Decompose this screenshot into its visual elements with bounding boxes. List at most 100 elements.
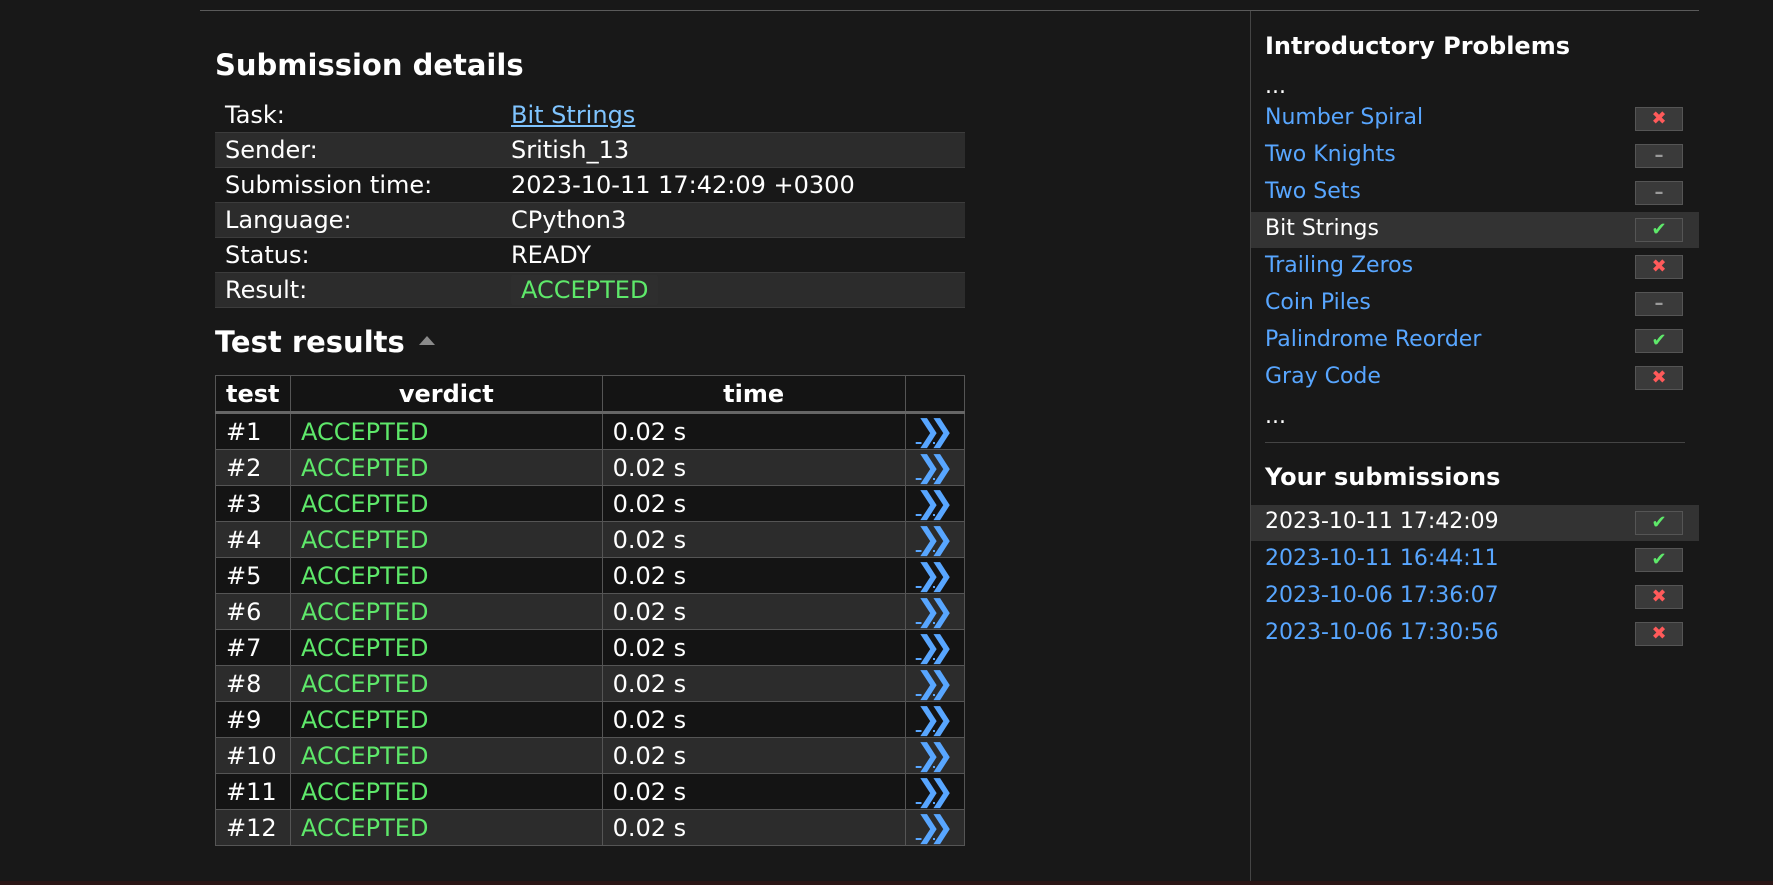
problem-name: Bit Strings xyxy=(1265,216,1379,241)
test-verdict: ACCEPTED xyxy=(289,773,603,810)
language-value: CPython3 xyxy=(501,202,965,238)
test-verdict: ACCEPTED xyxy=(289,809,603,846)
double-chevron-right-icon[interactable]: ❯❯ xyxy=(916,740,954,771)
submission-item[interactable]: 2023-10-06 17:30:56 ✖ xyxy=(1251,616,1699,652)
double-chevron-right-icon[interactable]: ❯❯ xyxy=(916,560,954,591)
test-number: #7 xyxy=(215,629,291,666)
test-verdict: ACCEPTED xyxy=(289,665,603,702)
bottom-strip xyxy=(0,881,1773,885)
double-chevron-right-icon[interactable]: ❯❯ xyxy=(916,812,954,843)
problem-name[interactable]: Number Spiral xyxy=(1265,105,1423,130)
submission-time: 2023-10-11 17:42:09 xyxy=(1265,509,1499,534)
details-key: Status: xyxy=(225,241,310,269)
details-row-task: Task: Bit Strings xyxy=(215,98,965,133)
problems-section-title: Introductory Problems xyxy=(1265,32,1570,60)
table-row: #11 ACCEPTED 0.02 s ❯❯ xyxy=(215,773,966,810)
result-badge: ACCEPTED xyxy=(511,275,659,305)
sort-up-icon[interactable] xyxy=(418,335,435,345)
submission-item[interactable]: 2023-10-11 17:42:09 ✔ xyxy=(1251,505,1699,541)
test-time: 0.02 s xyxy=(601,485,906,522)
table-row: #8 ACCEPTED 0.02 s ❯❯ xyxy=(215,665,966,702)
column-header-time: time xyxy=(601,375,906,414)
details-row-time: Submission time: 2023-10-11 17:42:09 +03… xyxy=(215,168,965,203)
double-chevron-right-icon[interactable]: ❯❯ xyxy=(916,632,954,663)
problem-item[interactable]: Two Knights – xyxy=(1251,138,1699,174)
dash-icon: – xyxy=(1635,181,1683,205)
dash-icon: – xyxy=(1635,144,1683,168)
check-icon: ✔ xyxy=(1635,218,1683,242)
test-results-title: Test results xyxy=(215,325,405,359)
column-header-test: test xyxy=(215,375,291,414)
submission-item[interactable]: 2023-10-11 16:44:11 ✔ xyxy=(1251,542,1699,578)
details-key: Sender: xyxy=(215,132,501,168)
test-results-table: test verdict time #1 ACCEPTED 0.02 s ❯❯ #2 AC… xyxy=(215,375,966,846)
problem-name[interactable]: Two Sets xyxy=(1265,179,1361,204)
submissions-section-title: Your submissions xyxy=(1265,463,1501,491)
test-verdict: ACCEPTED xyxy=(289,701,603,738)
double-chevron-right-icon[interactable]: ❯❯ xyxy=(916,596,954,627)
test-time: 0.02 s xyxy=(601,412,906,450)
problem-name[interactable]: Two Knights xyxy=(1265,142,1396,167)
problem-item[interactable]: Palindrome Reorder ✔ xyxy=(1251,323,1699,359)
problem-name[interactable]: Trailing Zeros xyxy=(1265,253,1413,278)
task-link[interactable]: Bit Strings xyxy=(511,101,635,129)
submission-time[interactable]: 2023-10-06 17:36:07 xyxy=(1265,583,1499,608)
table-row: #12 ACCEPTED 0.02 s ❯❯ xyxy=(215,809,966,846)
test-time: 0.02 s xyxy=(601,593,906,630)
table-row: #3 ACCEPTED 0.02 s ❯❯ xyxy=(215,485,966,522)
test-number: #4 xyxy=(215,521,291,558)
test-number: #6 xyxy=(215,593,291,630)
problems-ellipsis-bottom: ... xyxy=(1265,404,1286,429)
test-verdict: ACCEPTED xyxy=(289,485,603,522)
problem-item[interactable]: Coin Piles – xyxy=(1251,286,1699,322)
problem-name[interactable]: Gray Code xyxy=(1265,364,1381,389)
status-value: READY xyxy=(511,241,592,269)
cross-icon: ✖ xyxy=(1635,585,1683,609)
test-time: 0.02 s xyxy=(601,449,906,486)
submission-details-table: Task: Bit Strings Sender: Sritish_13 Sub… xyxy=(215,98,965,308)
test-number: #5 xyxy=(215,557,291,594)
dash-icon: – xyxy=(1635,292,1683,316)
check-icon: ✔ xyxy=(1635,548,1683,572)
submission-time-value: 2023-10-11 17:42:09 +0300 xyxy=(511,171,855,199)
table-row: #9 ACCEPTED 0.02 s ❯❯ xyxy=(215,701,966,738)
double-chevron-right-icon[interactable]: ❯❯ xyxy=(916,776,954,807)
problem-item[interactable]: Two Sets – xyxy=(1251,175,1699,211)
details-key: Language: xyxy=(215,202,501,238)
top-divider xyxy=(200,10,1699,11)
problem-name[interactable]: Palindrome Reorder xyxy=(1265,327,1481,352)
test-verdict: ACCEPTED xyxy=(289,629,603,666)
submission-time[interactable]: 2023-10-06 17:30:56 xyxy=(1265,620,1499,645)
problem-item[interactable]: Number Spiral ✖ xyxy=(1251,101,1699,137)
test-verdict: ACCEPTED xyxy=(289,737,603,774)
details-key: Result: xyxy=(215,272,501,308)
double-chevron-right-icon[interactable]: ❯❯ xyxy=(916,704,954,735)
test-verdict: ACCEPTED xyxy=(289,593,603,630)
problem-item[interactable]: Trailing Zeros ✖ xyxy=(1251,249,1699,285)
details-row-status: Status: READY xyxy=(215,238,965,273)
test-number: #9 xyxy=(215,701,291,738)
problem-item[interactable]: Gray Code ✖ xyxy=(1251,360,1699,396)
cross-icon: ✖ xyxy=(1635,107,1683,131)
problem-name[interactable]: Coin Piles xyxy=(1265,290,1371,315)
double-chevron-right-icon[interactable]: ❯❯ xyxy=(916,524,954,555)
test-number: #10 xyxy=(215,737,291,774)
table-row: #6 ACCEPTED 0.02 s ❯❯ xyxy=(215,593,966,630)
sidebar-section-divider xyxy=(1265,442,1685,443)
test-verdict: ACCEPTED xyxy=(289,449,603,486)
double-chevron-right-icon[interactable]: ❯❯ xyxy=(916,668,954,699)
check-icon: ✔ xyxy=(1635,329,1683,353)
double-chevron-right-icon[interactable]: ❯❯ xyxy=(916,416,954,447)
submission-item[interactable]: 2023-10-06 17:36:07 ✖ xyxy=(1251,579,1699,615)
cross-icon: ✖ xyxy=(1635,366,1683,390)
table-row: #10 ACCEPTED 0.02 s ❯❯ xyxy=(215,737,966,774)
test-number: #12 xyxy=(215,809,291,846)
double-chevron-right-icon[interactable]: ❯❯ xyxy=(916,452,954,483)
test-time: 0.02 s xyxy=(601,809,906,846)
double-chevron-right-icon[interactable]: ❯❯ xyxy=(916,488,954,519)
submission-time[interactable]: 2023-10-11 16:44:11 xyxy=(1265,546,1499,571)
problem-item[interactable]: Bit Strings ✔ xyxy=(1251,212,1699,248)
table-row: #4 ACCEPTED 0.02 s ❯❯ xyxy=(215,521,966,558)
cross-icon: ✖ xyxy=(1635,622,1683,646)
test-number: #8 xyxy=(215,665,291,702)
